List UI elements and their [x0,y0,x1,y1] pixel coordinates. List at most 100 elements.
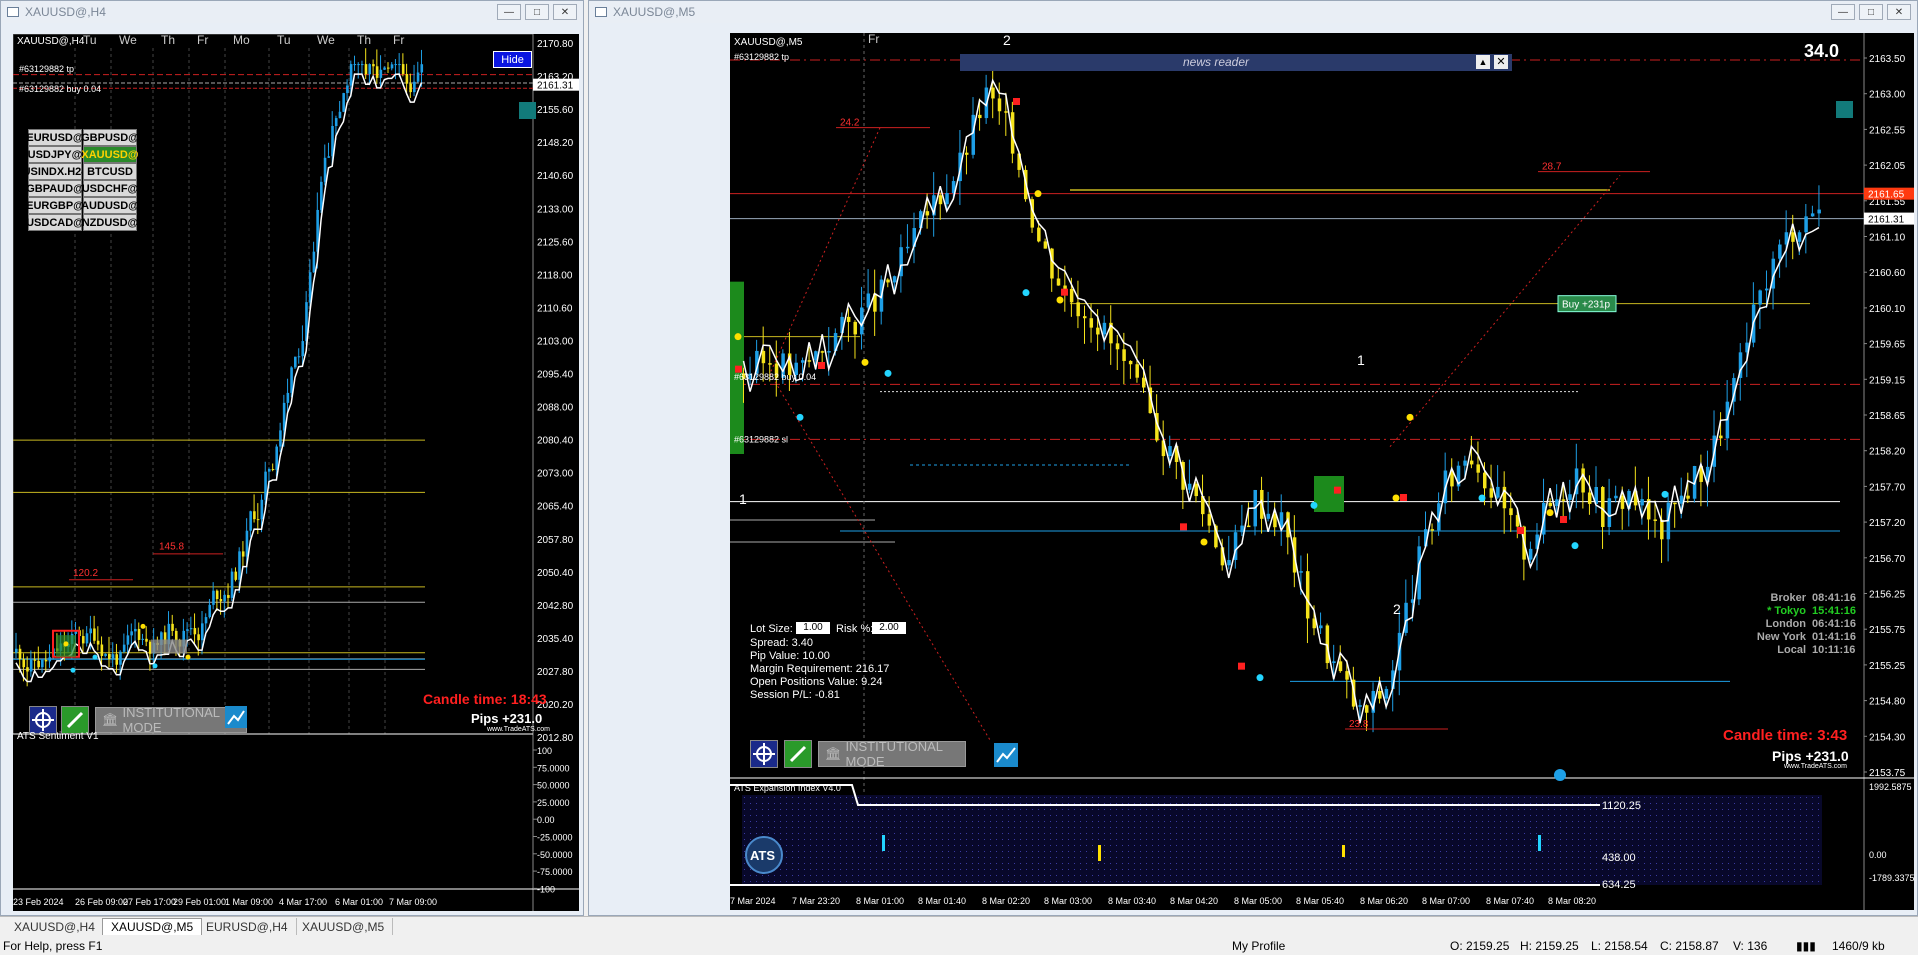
scroll-marker-icon[interactable] [1554,769,1566,781]
minimize-button[interactable]: — [497,4,521,20]
symbol-button[interactable]: USDCHF@ [82,180,138,197]
right-chart-main[interactable]: 2163.50 2163.00 2162.55 2162.05 2161.55 2161.… [730,33,1914,910]
symbol-button[interactable]: EURGBP@ [26,197,84,214]
indicator-grid-dot [810,815,811,816]
chart-trend-icon[interactable] [225,706,247,728]
institutional-mode-button[interactable]: 🏛 INSTITUTIONAL MODE [818,739,966,769]
indicator-grid-dot [1320,839,1321,840]
indicator-grid-dot [1080,851,1081,852]
indicator-grid-dot [1368,857,1369,858]
maximize-button[interactable]: □ [525,4,549,20]
right-window-titlebar[interactable]: XAUUSD@,M5 — □ ✕ [589,1,1917,23]
indicator-grid-dot [1278,845,1279,846]
symbol-button[interactable]: BTCUSD [83,163,137,180]
indicator-grid-dot [1056,839,1057,840]
indicator-grid-dot [1302,857,1303,858]
crosshair-icon[interactable] [750,740,778,768]
crosshair-icon[interactable] [29,706,57,734]
symbol-button[interactable]: GBPUSD@ [81,129,139,146]
symbol-button[interactable]: USDJPY@ [28,146,82,163]
candle-body [1240,525,1244,533]
indicator-grid-dot [1404,881,1405,882]
date-tick-label: 8 Mar 06:20 [1360,896,1408,906]
maximize-button[interactable]: □ [1859,4,1883,20]
indicator-grid-dot [774,809,775,810]
collapse-arrow-icon[interactable]: ▲ [1476,55,1490,69]
close-icon[interactable]: ✕ [1494,55,1508,69]
indicator-grid-dot [1230,809,1231,810]
candle-body [1043,241,1048,249]
signal-dot [1571,542,1579,550]
indicator-grid-dot [1362,827,1363,828]
indicator-grid-dot [1224,857,1225,858]
candle-body [141,638,145,640]
chart-trend-icon[interactable] [994,743,1018,767]
symbol-button[interactable]: AUDUSD@ [81,197,139,214]
indicator-grid-dot [1698,821,1699,822]
indicator-grid-dot [1440,851,1441,852]
indicator-grid-dot [1308,809,1309,810]
indicator-grid-dot [1230,839,1231,840]
symbol-button[interactable]: GBPAUD@ [26,180,84,197]
indicator-grid-dot [1110,821,1111,822]
symbol-button[interactable]: USINDX.H24 [23,163,87,180]
chart-tab[interactable]: XAUUSD@,H4 [6,918,104,935]
symbol-button[interactable]: NZDUSD@ [82,214,138,231]
lot-size-label: Lot Size: [750,623,793,635]
symbol-button[interactable]: EURUSD@ [26,129,84,146]
indicator-grid-dot [1128,833,1129,834]
chart-tab[interactable]: XAUUSD@,M5 [102,918,203,935]
chart-tab[interactable]: XAUUSD@,M5 [294,918,394,935]
close-button[interactable]: ✕ [553,4,577,20]
indicator-grid-dot [756,797,757,798]
clock-time: 15:41:16 [1812,605,1857,617]
indicator-grid-dot [1230,845,1231,846]
indicator-grid-dot [972,863,973,864]
indicator-grid-dot [1542,803,1543,804]
lot-size-input[interactable]: 1.00 [796,622,830,634]
indicator-grid-dot [1230,875,1231,876]
left-chart-area[interactable]: Tu We Th Fr Mo Tu We Th Fr 2170.80 2163.20 2155.60 2… [13,34,579,911]
candle-body [416,72,420,82]
indicator-grid-dot [816,845,817,846]
indicator-grid-dot [1800,827,1801,828]
teal-square-icon[interactable] [1836,101,1853,118]
left-chart-window[interactable]: XAUUSD@,H4 — □ ✕ Tu We Th Fr Mo Tu We Th Fr 2170.… [0,0,584,916]
indicator-grid-dot [1260,869,1261,870]
day-label: Tu [277,34,291,47]
left-window-titlebar[interactable]: XAUUSD@,H4 — □ ✕ [1,1,583,23]
indicator-grid-dot [1812,845,1813,846]
indicator-grid-dot [1236,809,1237,810]
profile-name[interactable]: My Profile [1232,939,1285,953]
news-reader-bar[interactable]: news reader ▲ ✕ [960,54,1512,71]
indicator-grid-dot [1722,797,1723,798]
indicator-grid-dot [1044,845,1045,846]
indicator-grid-dot [750,815,751,816]
close-button[interactable]: ✕ [1887,4,1911,20]
indicator-grid-dot [876,857,877,858]
indicator-grid-dot [768,881,769,882]
indicator-grid-dot [1458,875,1459,876]
indicator-grid-dot [1590,863,1591,864]
indicator-grid-dot [1422,815,1423,816]
indicator-grid-dot [942,863,943,864]
indicator-grid-dot [1230,797,1231,798]
risk-input[interactable]: 2.00 [872,622,906,634]
indicator-grid-dot [1500,821,1501,822]
chart-tab[interactable]: EURUSD@,H4 [198,918,297,935]
indicator-grid-dot [1266,875,1267,876]
indicator-grid-dot [1518,875,1519,876]
hide-panel-button[interactable]: Hide [493,51,532,68]
signal-dot [734,333,742,341]
link-icon[interactable] [61,706,89,734]
symbol-button[interactable]: XAUUSD@ [81,146,139,163]
indicator-grid-dot [876,803,877,804]
link-icon[interactable] [784,740,812,768]
minimize-button[interactable]: — [1831,4,1855,20]
symbol-button[interactable]: USDCAD@ [26,214,84,231]
indicator-grid-dot [1374,851,1375,852]
right-window-title: XAUUSD@,M5 [613,5,696,19]
indicator-grid-dot [1788,857,1789,858]
price-tick-label: 2159.65 [1869,340,1906,351]
teal-square-icon[interactable] [519,102,536,119]
